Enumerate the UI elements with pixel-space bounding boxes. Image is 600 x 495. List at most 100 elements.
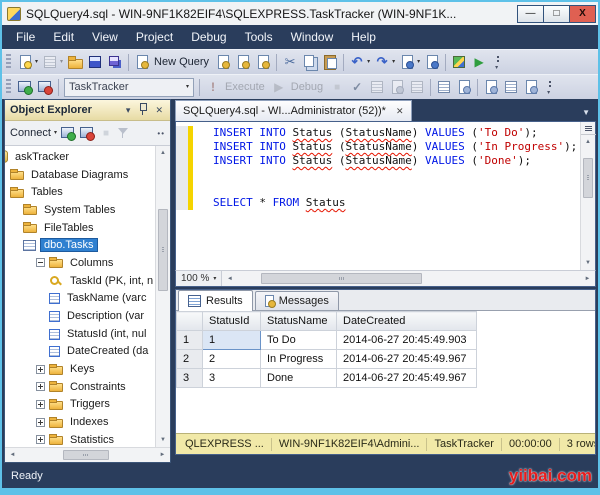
scroll-up-icon[interactable]: ▲: [581, 135, 596, 149]
zoom-dropdown[interactable]: 100 % ▾: [176, 271, 223, 286]
menu-tools[interactable]: Tools: [236, 27, 282, 47]
sql-editor[interactable]: INSERT INTO Status (StatusName) VALUES (…: [175, 121, 596, 270]
tree-horizontal-scrollbar[interactable]: ◄ ►: [5, 447, 170, 462]
tree-item-system-tables[interactable]: System Tables: [23, 201, 155, 219]
activity-monitor-button[interactable]: [449, 53, 469, 71]
grid-cell[interactable]: 2: [202, 349, 261, 369]
grid-cell[interactable]: 2014-06-27 20:45:49.903: [336, 330, 477, 350]
new-query-button[interactable]: New Query: [132, 53, 213, 71]
stop-button[interactable]: ■: [327, 78, 347, 96]
connect-button[interactable]: Connect ▾: [10, 127, 57, 139]
close-button[interactable]: X: [569, 4, 596, 23]
copy-button[interactable]: [300, 53, 320, 71]
scroll-right-icon[interactable]: ►: [155, 448, 170, 462]
tree-item-dbo-tasks[interactable]: dbo.Tasks: [23, 236, 155, 254]
debug-button[interactable]: ▶ Debug: [269, 78, 327, 96]
row-number-cell[interactable]: 3: [176, 368, 203, 388]
code-line[interactable]: [176, 182, 580, 196]
tab-results[interactable]: Results: [178, 290, 253, 311]
menu-edit[interactable]: Edit: [44, 27, 83, 47]
query-document-tab[interactable]: SQLQuery4.sql - WI...Administrator (52))…: [175, 100, 412, 121]
toolbar-grip[interactable]: [6, 54, 11, 70]
row-number-cell[interactable]: 1: [176, 330, 203, 350]
start-button[interactable]: ▶: [469, 53, 489, 71]
collapse-icon[interactable]: [36, 258, 45, 268]
scroll-up-icon[interactable]: ▲: [156, 146, 171, 160]
open-file-button[interactable]: [65, 53, 85, 71]
tab-messages[interactable]: Messages: [254, 291, 339, 310]
new-item-button[interactable]: ▾: [15, 53, 40, 71]
tree-item-constraints[interactable]: Constraints: [36, 378, 155, 396]
toolbar-overflow-icon[interactable]: ••: [157, 129, 165, 138]
minimize-button[interactable]: —: [517, 4, 544, 23]
sql-editor-code[interactable]: INSERT INTO Status (StatusName) VALUES (…: [176, 122, 580, 270]
navigate-forward-button[interactable]: [422, 53, 442, 71]
editor-vertical-scrollbar[interactable]: ▲ ▼: [580, 122, 596, 270]
save-button[interactable]: [85, 53, 105, 71]
menu-help[interactable]: Help: [342, 27, 385, 47]
splitter-handle-icon[interactable]: [580, 122, 596, 135]
column-header-datecreated[interactable]: DateCreated: [336, 311, 477, 331]
code-line[interactable]: INSERT INTO Status (StatusName) VALUES (…: [176, 140, 580, 154]
disconnect-button[interactable]: [35, 78, 55, 96]
tree-item-indexes[interactable]: Indexes: [36, 413, 155, 431]
expand-icon[interactable]: [36, 382, 45, 392]
grid-cell[interactable]: Done: [260, 368, 337, 388]
toolbar-grip[interactable]: [6, 79, 11, 95]
disconnect-icon[interactable]: [79, 125, 95, 141]
column-header-statusid[interactable]: StatusId: [202, 311, 261, 331]
expand-icon[interactable]: [36, 364, 45, 374]
scroll-down-icon[interactable]: ▼: [581, 256, 596, 270]
close-icon[interactable]: ✕: [153, 105, 165, 115]
tree-item-taskid-pk-int-n[interactable]: TaskId (PK, int, n: [49, 272, 155, 290]
tree-item-description-var[interactable]: Description (var: [49, 307, 155, 325]
grid-cell[interactable]: 1: [202, 330, 261, 350]
cut-button[interactable]: ✂: [280, 53, 300, 71]
window-position-icon[interactable]: ▾: [124, 105, 133, 115]
menu-project[interactable]: Project: [127, 27, 182, 47]
editor-horizontal-scrollbar[interactable]: ◄ ►: [222, 271, 595, 286]
grid-cell[interactable]: 2014-06-27 20:45:49.967: [336, 349, 477, 369]
menu-file[interactable]: File: [7, 27, 44, 47]
include-client-statistics-button[interactable]: [454, 78, 474, 96]
undo-button[interactable]: ↶ ▾: [347, 53, 372, 71]
tree-item-taskname-varc[interactable]: TaskName (varc: [49, 290, 155, 308]
code-line[interactable]: INSERT INTO Status (StatusName) VALUES (…: [176, 126, 580, 140]
grid-cell[interactable]: 2014-06-27 20:45:49.967: [336, 368, 477, 388]
scrollbar-thumb[interactable]: [583, 157, 593, 199]
results-to-file-button[interactable]: [521, 78, 541, 96]
expand-icon[interactable]: [36, 399, 45, 409]
tree-item-filetables[interactable]: FileTables: [23, 219, 155, 237]
tree-item-database-diagrams[interactable]: Database Diagrams: [10, 166, 155, 184]
tree-item-tables[interactable]: Tables: [10, 183, 155, 201]
tree-item-triggers[interactable]: Triggers: [36, 396, 155, 414]
database-engine-query-button[interactable]: [213, 53, 233, 71]
code-line[interactable]: INSERT INTO Status (StatusName) VALUES (…: [176, 154, 580, 168]
results-to-grid-button[interactable]: [501, 78, 521, 96]
tree-item-datecreated-da[interactable]: DateCreated (da: [49, 343, 155, 361]
analysis-services-query-button[interactable]: [233, 53, 253, 71]
redo-button[interactable]: ↷ ▾: [372, 53, 397, 71]
intellisense-enabled-button[interactable]: [407, 78, 427, 96]
toolbar-overflow-button[interactable]: [541, 78, 561, 96]
parse-button[interactable]: ✓: [347, 78, 367, 96]
scroll-down-icon[interactable]: ▼: [156, 433, 171, 447]
paste-button[interactable]: [320, 53, 340, 71]
pin-icon[interactable]: [136, 103, 149, 117]
expand-icon[interactable]: [36, 435, 45, 445]
toolbar-overflow-button[interactable]: [489, 53, 509, 71]
tree-vertical-scrollbar[interactable]: ▲ ▼: [155, 146, 170, 447]
menu-view[interactable]: View: [83, 27, 127, 47]
display-estimated-plan-button[interactable]: [367, 78, 387, 96]
query-options-button[interactable]: [387, 78, 407, 96]
grid-cell[interactable]: To Do: [260, 330, 337, 350]
tree-item-statusid-int-nul[interactable]: StatusId (int, nul: [49, 325, 155, 343]
grid-corner-cell[interactable]: [176, 311, 203, 331]
scroll-left-icon[interactable]: ◄: [222, 272, 237, 286]
navigate-backward-button[interactable]: ▾: [397, 53, 422, 71]
grid-cell[interactable]: In Progress: [260, 349, 337, 369]
row-number-cell[interactable]: 2: [176, 349, 203, 369]
save-all-button[interactable]: [105, 53, 125, 71]
expand-icon[interactable]: [36, 417, 45, 427]
tab-list-dropdown-icon[interactable]: ▼: [582, 108, 596, 121]
